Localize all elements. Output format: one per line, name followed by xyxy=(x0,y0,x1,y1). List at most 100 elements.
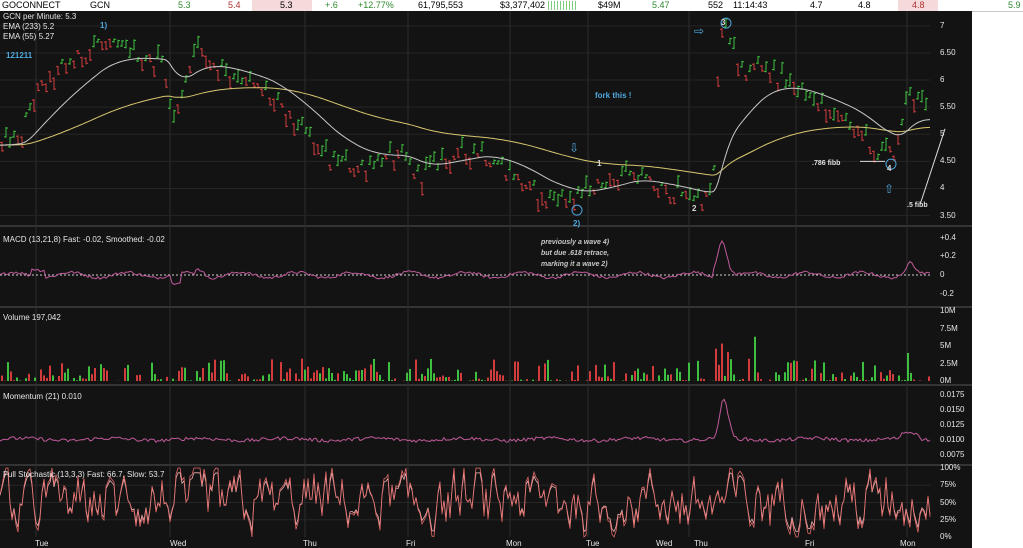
volume-bar xyxy=(625,373,627,381)
day-axis-label: Fri xyxy=(805,539,815,548)
volume-bar xyxy=(859,379,861,381)
volume-bar xyxy=(256,379,258,381)
volume-bar xyxy=(730,359,732,381)
volume-bar xyxy=(16,377,18,381)
macd-panel-label: MACD (13,21,8) Fast: -0.02, Smoothed: -0… xyxy=(3,235,165,244)
volume-bar xyxy=(427,368,429,381)
volume-bar xyxy=(487,377,489,381)
volume-bar xyxy=(157,379,159,381)
volume-bar xyxy=(289,368,291,381)
volume-bar xyxy=(370,364,372,381)
volume-bar xyxy=(319,373,321,381)
volume-bar xyxy=(778,374,780,381)
fork-note: fork this ! xyxy=(595,91,632,100)
volume-bar xyxy=(490,369,492,381)
volume-bar xyxy=(214,359,216,381)
volume-bar xyxy=(601,377,603,381)
volume-bar xyxy=(19,380,21,381)
chart-area[interactable]: GCN per Minute: 5.3 EMA (233) 5.2 EMA (5… xyxy=(0,11,972,548)
volume-bar xyxy=(469,380,471,381)
stochastic-tick-label: 75% xyxy=(940,480,957,490)
volume-bar xyxy=(76,380,78,381)
volume-bar xyxy=(775,372,777,381)
note-line-3: marking it a wave 2) xyxy=(541,261,608,268)
volume-bar xyxy=(307,366,309,381)
volume-bar xyxy=(880,372,882,381)
wave-1-right-label: 1 xyxy=(597,159,602,168)
volume-bar xyxy=(52,375,54,381)
volume-bar xyxy=(94,368,96,381)
volume-tick-label: 0M xyxy=(940,376,952,385)
volume-bar xyxy=(856,377,858,381)
volume-bar xyxy=(703,378,705,381)
volume-bar xyxy=(166,376,168,381)
ticker-change: +.6 xyxy=(325,0,338,10)
volume-bar xyxy=(229,380,231,381)
volume-bar xyxy=(802,379,804,381)
volume-bar xyxy=(352,380,354,381)
volume-bar xyxy=(919,380,921,381)
volume-bar xyxy=(271,359,273,381)
volume-bar xyxy=(280,362,282,381)
volume-bar xyxy=(211,372,213,381)
ticker-time: 11:14:43 xyxy=(733,0,768,10)
volume-bar xyxy=(247,376,249,381)
volume-bar xyxy=(181,367,183,381)
volume-bar xyxy=(67,368,69,381)
volume-bar xyxy=(10,371,12,381)
volume-bar xyxy=(499,374,501,381)
volume-bar xyxy=(493,359,495,381)
momentum-tick-label: 0.0150 xyxy=(940,405,965,414)
volume-bar xyxy=(406,372,408,381)
price-tick-label: 5.50 xyxy=(940,102,956,112)
volume-bar xyxy=(49,365,51,381)
wave-2-right-label: 2 xyxy=(692,204,697,213)
volume-bar xyxy=(679,371,681,381)
wave-2-label: 2) xyxy=(573,219,581,228)
day-axis-label: Thu xyxy=(303,539,317,548)
volume-bar xyxy=(136,375,138,381)
volume-bar xyxy=(661,380,663,381)
volume-bar xyxy=(442,375,444,381)
volume-bar xyxy=(313,372,315,381)
volume-bar xyxy=(253,379,255,381)
volume-bar xyxy=(559,380,561,381)
volume-bar xyxy=(436,377,438,381)
volume-bar xyxy=(844,378,846,381)
volume-bar xyxy=(262,375,264,381)
volume-bar xyxy=(418,378,420,381)
volume-bar xyxy=(475,371,477,381)
volume-bar xyxy=(343,371,345,381)
volume-bar xyxy=(361,369,363,381)
ticker-volume: 61,795,553 xyxy=(418,0,464,10)
day-axis-label: Mon xyxy=(900,539,916,548)
stochastic-tick-label: 50% xyxy=(940,497,957,507)
volume-bar xyxy=(790,362,792,381)
volume-bar xyxy=(160,379,162,381)
volume-bar xyxy=(241,374,243,381)
volume-bar xyxy=(40,369,42,381)
price-panel-label: GCN per Minute: 5.3 xyxy=(3,12,77,21)
volume-bar xyxy=(220,360,222,381)
volume-bar xyxy=(460,372,462,381)
volume-bar xyxy=(379,374,381,381)
volume-bar xyxy=(391,379,393,381)
volume-bar xyxy=(373,358,375,381)
volume-bar xyxy=(1,375,3,381)
volume-bar xyxy=(550,380,552,381)
volume-bar xyxy=(154,374,156,381)
ema-short-label: EMA (55) 5.27 xyxy=(3,32,55,41)
volume-bar xyxy=(430,358,432,381)
volume-bar xyxy=(784,372,786,381)
stochastic-tick-label: 100% xyxy=(940,463,961,472)
volume-bar xyxy=(613,362,615,381)
volume-bar xyxy=(103,368,105,381)
volume-bar xyxy=(496,371,498,381)
volume-bar xyxy=(721,343,723,381)
volume-bar xyxy=(124,368,126,381)
volume-bar xyxy=(310,378,312,381)
volume-bar xyxy=(718,364,720,381)
ticker-value: $3,377,402 xyxy=(500,0,546,10)
volume-bar xyxy=(640,379,642,381)
ema-long-label: EMA (233) 5.2 xyxy=(3,22,55,31)
